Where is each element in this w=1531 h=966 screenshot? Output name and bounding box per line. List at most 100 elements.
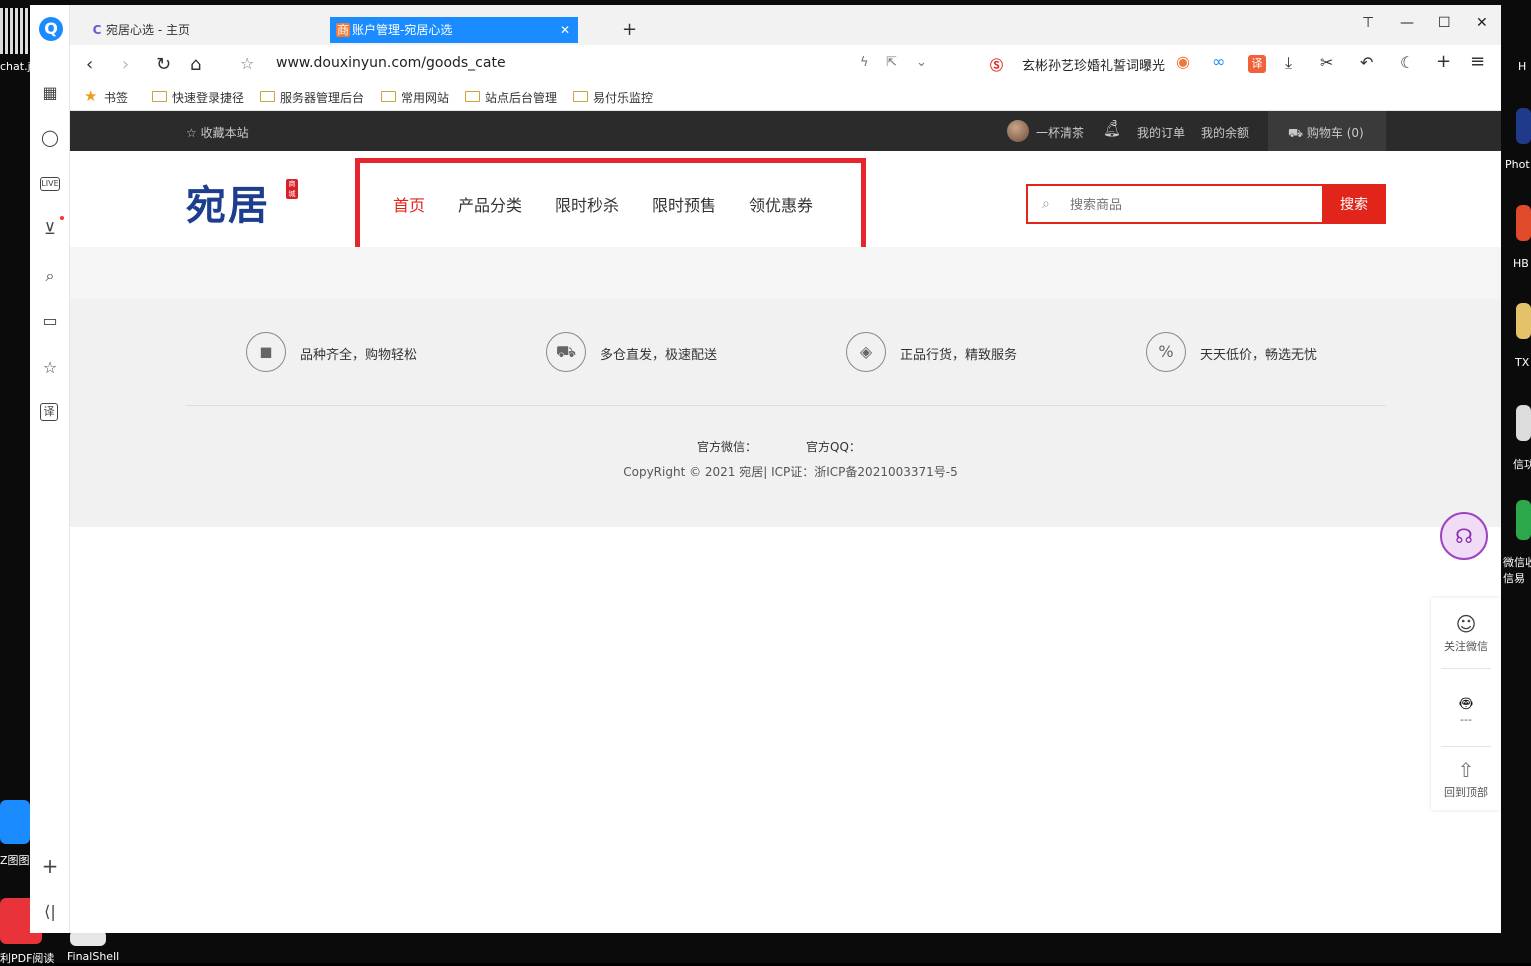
photoshop-icon[interactable] (1516, 108, 1531, 144)
share-icon[interactable]: ⇱ (886, 55, 897, 70)
site-logo[interactable]: 宛居 (186, 173, 270, 231)
refresh-icon[interactable]: ↻ (156, 54, 171, 75)
lightning-icon[interactable]: ϟ (860, 55, 869, 70)
news-ticker[interactable]: 玄彬孙艺珍婚礼誓词曝光 (1022, 55, 1165, 74)
address-bar: ‹ › ↻ ⌂ ☆ www.douxinyun.com/goods_cate ϟ… (70, 45, 1501, 83)
favorite-site-link[interactable]: ☆ 收藏本站 (186, 124, 249, 141)
translate-icon[interactable]: 译 (1248, 55, 1266, 73)
my-balance-link[interactable]: 我的余额 (1201, 124, 1249, 141)
shop-favicon-icon: 商 (336, 23, 350, 37)
android-label: --- (1460, 713, 1472, 726)
minimize-icon[interactable]: — (1400, 15, 1414, 31)
bookmark-folder[interactable]: 常用网站 (381, 89, 449, 106)
folder-icon (381, 91, 396, 102)
cart-link[interactable]: ⛟ 购物车 (0) (1268, 111, 1386, 151)
site-footer: ◼ 品种齐全，购物轻松 ⛟ 多仓直发，极速配送 ◈ 正品行货，精致服务 % 天天… (70, 299, 1501, 527)
back-icon[interactable]: ‹ (86, 54, 93, 75)
sogou-icon[interactable]: Ⓢ (990, 55, 1003, 74)
undo-icon[interactable]: ↶ (1360, 53, 1373, 72)
night-mode-icon[interactable]: ☾ (1400, 53, 1414, 72)
desktop-label-tutu: Z图图 (0, 854, 30, 867)
nav-flash-sale[interactable]: 限时秒杀 (555, 192, 619, 216)
nav-coupons[interactable]: 领优惠券 (749, 192, 813, 216)
bookmark-folder[interactable]: 快速登录捷径 (152, 89, 244, 106)
scissors-icon[interactable]: ✂ (1320, 53, 1333, 72)
desktop-label-h: H (1518, 60, 1527, 73)
add-icon[interactable]: + (40, 856, 60, 876)
shopping-cart-icon[interactable]: ⊻ (40, 219, 60, 239)
notification-dot (60, 216, 64, 220)
chat-icon[interactable]: ◯ (40, 128, 60, 148)
bookmark-star-icon[interactable]: ☆ (240, 54, 254, 73)
panel-divider (1441, 668, 1491, 669)
home-icon[interactable]: ⌂ (190, 54, 201, 75)
bookmark-folder[interactable]: 服务器管理后台 (260, 89, 364, 106)
hb-app-icon[interactable] (1516, 205, 1531, 241)
search-icon[interactable]: ⌕ (1145, 55, 1152, 70)
follow-wechat-label: 关注微信 (1444, 640, 1488, 653)
search-input[interactable] (1070, 193, 1310, 217)
search-icon: ⌕ (1042, 196, 1050, 212)
feature-text: 天天低价，畅选无忧 (1200, 348, 1318, 363)
star-icon: ★ (84, 87, 98, 105)
dropdown-icon[interactable]: ⌄ (916, 55, 927, 70)
download-icon[interactable]: ⤓ (1285, 53, 1292, 73)
maximize-icon[interactable]: ☐ (1438, 15, 1451, 31)
favorite-star-icon[interactable]: ☆ (40, 358, 60, 378)
close-window-icon[interactable]: ✕ (1476, 15, 1488, 31)
search-box: ⌕ (1026, 184, 1322, 224)
android-app-button[interactable]: 🤖︎ --- (1431, 690, 1501, 726)
package-icon: ◈ (846, 332, 886, 372)
feature-text: 多仓直发，极速配送 (600, 348, 718, 363)
nav-presale[interactable]: 限时预售 (652, 192, 716, 216)
bookmark-label: 快速登录捷径 (172, 91, 245, 105)
search-icon[interactable]: ⌕ (40, 266, 60, 286)
add-icon[interactable]: + (1436, 51, 1451, 72)
wechat-pay-icon[interactable] (1516, 500, 1531, 540)
footer-divider (186, 405, 1386, 406)
back-to-top-button[interactable]: ⇧ 回到顶部 (1431, 758, 1501, 800)
menu-icon[interactable]: ≡ (1470, 51, 1485, 72)
tab-label: 宛居心选 - 主页 (106, 23, 190, 37)
book-icon[interactable]: ▭ (40, 311, 60, 331)
my-orders-link[interactable]: 我的订单 (1137, 124, 1185, 141)
tab-bar: C 宛居心选 - 主页 商 账户管理-宛居心选 ✕ + ⊤ — ☐ ✕ (70, 5, 1501, 45)
translate-icon[interactable]: 译 (40, 403, 58, 421)
bookmark-label: 服务器管理后台 (280, 91, 365, 105)
collapse-sidebar-icon[interactable]: ⟨| (40, 902, 60, 922)
app-shortcut-icon[interactable] (0, 800, 30, 844)
apps-icon[interactable]: ▦ (40, 83, 60, 103)
avatar[interactable] (1007, 120, 1029, 142)
desktop-label-pdf: 利PDF阅读 (0, 952, 55, 965)
nav-home[interactable]: 首页 (393, 192, 425, 216)
document-icon[interactable] (1516, 405, 1531, 441)
url-field[interactable]: www.douxinyun.com/goods_cate (276, 55, 506, 71)
bookmark-folder[interactable]: 易付乐监控 (573, 89, 653, 106)
browser-logo-icon[interactable]: Q (39, 17, 63, 41)
desktop-label-xinyi: 信易 (1503, 572, 1525, 585)
live-icon[interactable]: LIVE (40, 177, 60, 191)
username-link[interactable]: 一杯清茶 (1036, 124, 1084, 141)
tab-account[interactable]: 商 账户管理-宛居心选 ✕ (330, 17, 578, 43)
customer-service-icon[interactable]: ☊ (1440, 512, 1488, 560)
forward-icon[interactable]: › (122, 54, 129, 75)
infinity-icon[interactable]: ∞ (1212, 52, 1225, 71)
new-tab-button[interactable]: + (622, 19, 637, 40)
search-button[interactable]: 搜索 (1322, 184, 1386, 224)
feature-text: 正品行货，精致服务 (900, 348, 1018, 363)
follow-wechat-button[interactable]: ☺ 关注微信 (1431, 612, 1501, 654)
bookmark-label: 站点后台管理 (485, 91, 558, 105)
close-tab-icon[interactable]: ✕ (560, 17, 570, 43)
game-icon[interactable]: ◉ (1176, 52, 1190, 71)
folder-tx-icon[interactable] (1516, 303, 1531, 339)
nav-categories[interactable]: 产品分类 (458, 192, 522, 216)
tab-home[interactable]: C 宛居心选 - 主页 (84, 17, 332, 43)
cart-icon: ⛟ (1288, 126, 1307, 140)
rocket-icon: ⇧ (1457, 758, 1475, 782)
desktop-label-finalshell: FinalShell (67, 950, 120, 963)
desktop-label-tx: TX (1515, 356, 1530, 369)
bookmark-folder[interactable]: 站点后台管理 (465, 89, 557, 106)
bookmark-label: 常用网站 (401, 91, 450, 105)
pin-window-icon[interactable]: ⊤ (1362, 15, 1374, 31)
bookmark-item[interactable]: ★ 书签 (84, 87, 128, 106)
